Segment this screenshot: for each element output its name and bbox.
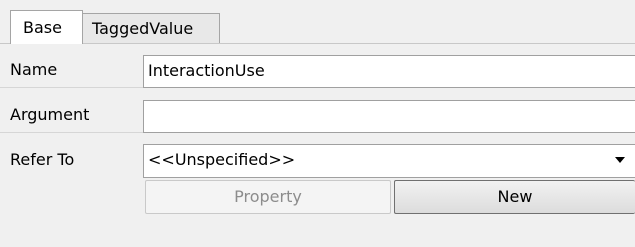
tab-divider [0,43,635,44]
property-panel: TaggedValue Base Name InteractionUse Arg… [0,0,635,247]
chevron-down-icon[interactable] [615,157,625,163]
argument-label: Argument [10,105,90,124]
new-button[interactable]: New [394,180,635,214]
property-button-label: Property [234,187,302,206]
argument-field[interactable] [143,100,635,133]
name-label: Name [10,60,58,79]
refer-to-select[interactable]: <<Unspecified>> [143,144,635,178]
refer-to-label: Refer To [10,150,75,169]
tab-base[interactable]: Base [10,10,83,44]
new-button-label: New [497,187,533,206]
property-button: Property [145,180,391,214]
tab-taggedvalue-label: TaggedValue [92,19,194,38]
tab-base-label: Base [23,18,62,37]
row-divider [0,132,143,133]
tab-bar: TaggedValue Base [0,0,635,44]
tab-taggedvalue[interactable]: TaggedValue [82,13,220,43]
name-field[interactable]: InteractionUse [143,55,635,88]
name-field-value: InteractionUse [148,61,265,80]
refer-to-value: <<Unspecified>> [148,150,296,169]
row-divider [0,87,143,88]
